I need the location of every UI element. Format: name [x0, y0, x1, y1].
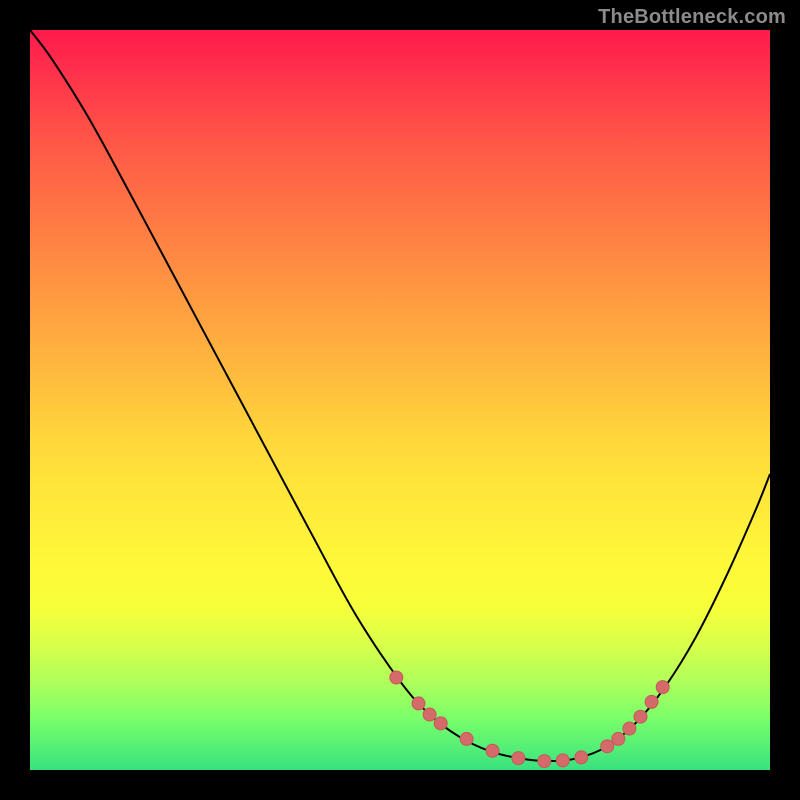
marker-point [538, 755, 551, 768]
marker-point [556, 754, 569, 767]
marker-point [612, 732, 625, 745]
marker-point [460, 732, 473, 745]
marker-point [512, 752, 525, 765]
chart-frame: TheBottleneck.com [0, 0, 800, 800]
marker-point [434, 717, 447, 730]
marker-point [656, 681, 669, 694]
marker-point [412, 697, 425, 710]
marker-point [575, 751, 588, 764]
marker-point [623, 722, 636, 735]
marker-point [634, 710, 647, 723]
marker-point [390, 671, 403, 684]
marker-point [601, 740, 614, 753]
marker-point [645, 695, 658, 708]
curve-markers [390, 671, 669, 768]
watermark-text: TheBottleneck.com [598, 6, 786, 29]
curve-overlay [30, 30, 770, 770]
marker-point [486, 744, 499, 757]
bottleneck-curve [30, 30, 770, 761]
marker-point [423, 708, 436, 721]
